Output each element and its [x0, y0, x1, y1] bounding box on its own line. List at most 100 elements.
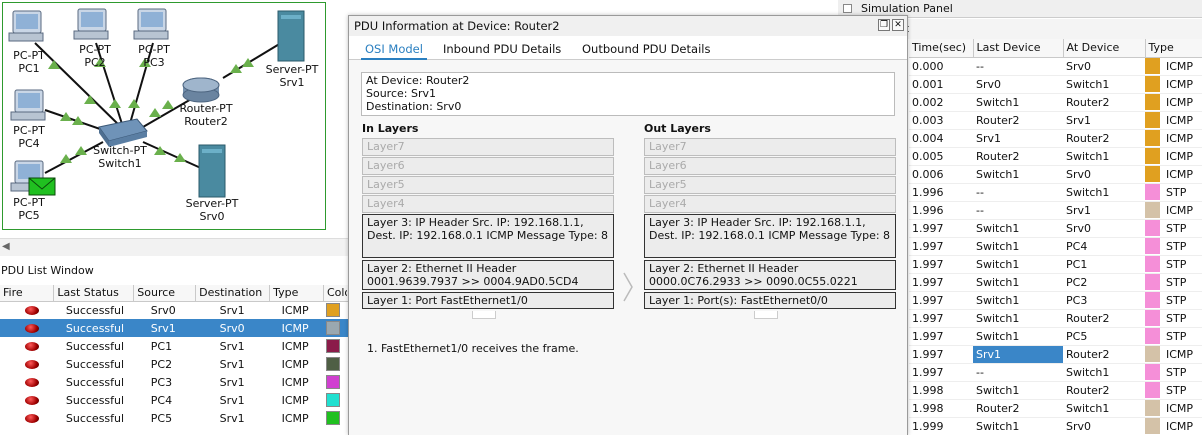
col-destination[interactable]: Destination	[195, 285, 271, 302]
fire-cell[interactable]	[0, 391, 54, 409]
event-color-swatch[interactable]	[1145, 292, 1160, 308]
out-layers-scroll-tab[interactable]	[754, 311, 778, 319]
event-color-swatch[interactable]	[1145, 400, 1160, 416]
event-color-swatch[interactable]	[1145, 346, 1160, 362]
event-row[interactable]: 1.997 Srv1 Router2 ICMP	[909, 345, 1202, 364]
tab-inbound-pdu-details[interactable]: Inbound PDU Details	[439, 40, 565, 60]
event-row[interactable]: 1.997 Switch1 PC4 STP	[909, 237, 1202, 256]
event-color-swatch[interactable]	[1145, 58, 1160, 74]
event-row[interactable]: 1.997 Switch1 PC2 STP	[909, 273, 1202, 292]
out-layer1[interactable]: Layer 1: Port(s): FastEthernet0/0	[644, 292, 896, 309]
event-row[interactable]: 1.999 Switch1 Srv0 ICMP	[909, 417, 1202, 435]
color-cell[interactable]	[323, 391, 349, 409]
pdu-list-row[interactable]: Successful PC3 Srv1 ICMP	[0, 373, 350, 391]
event-color-swatch[interactable]	[1145, 382, 1160, 398]
color-cell[interactable]	[323, 301, 349, 319]
fire-button-icon[interactable]	[25, 306, 39, 316]
close-icon[interactable]: ✕	[892, 19, 904, 31]
in-layer7[interactable]: Layer7	[362, 138, 614, 156]
event-color-swatch[interactable]	[1145, 76, 1160, 92]
topology-canvas[interactable]	[3, 3, 326, 230]
pdu-list-row[interactable]: Successful PC1 Srv1 ICMP	[0, 337, 350, 355]
restore-icon[interactable]: ❐	[878, 19, 890, 31]
pdu-list-row[interactable]: Successful Srv1 Srv0 ICMP	[0, 319, 350, 337]
color-cell[interactable]	[323, 337, 349, 355]
event-row[interactable]: 1.997 Switch1 Router2 STP	[909, 309, 1202, 328]
out-layer5[interactable]: Layer5	[644, 176, 896, 194]
event-row[interactable]: 1.997 Switch1 PC3 STP	[909, 291, 1202, 310]
tab-osi-model[interactable]: OSI Model	[361, 40, 427, 60]
event-row[interactable]: 0.001 Srv0 Switch1 ICMP	[909, 75, 1202, 94]
fire-button-icon[interactable]	[25, 342, 39, 351]
topology-horizontal-scrollbar[interactable]: ◀	[0, 238, 350, 256]
out-layer2[interactable]: Layer 2: Ethernet II Header 0000.0C76.29…	[644, 260, 896, 290]
tab-outbound-pdu-details[interactable]: Outbound PDU Details	[578, 40, 714, 60]
event-row[interactable]: 0.003 Router2 Srv1 ICMP	[909, 111, 1202, 130]
color-cell[interactable]	[323, 373, 349, 391]
fire-button-icon[interactable]	[25, 324, 39, 333]
out-layer7[interactable]: Layer7	[644, 138, 896, 156]
event-color-swatch[interactable]	[1145, 328, 1160, 344]
event-row[interactable]: 0.002 Switch1 Router2 ICMP	[909, 93, 1202, 112]
in-layers-scroll-tab[interactable]	[472, 311, 496, 319]
event-row[interactable]: 0.004 Srv1 Router2 ICMP	[909, 129, 1202, 148]
topology-workspace[interactable]: PC-PT PC1 PC-PT PC2 PC-PT PC3 PC-PT PC4 PC-P…	[2, 2, 326, 230]
event-color-swatch[interactable]	[1145, 184, 1160, 200]
event-color-swatch[interactable]	[1145, 238, 1160, 254]
event-color-swatch[interactable]	[1145, 112, 1160, 128]
in-layer4[interactable]: Layer4	[362, 195, 614, 213]
event-color-swatch[interactable]	[1145, 166, 1160, 182]
color-cell[interactable]	[323, 319, 350, 337]
out-layer6[interactable]: Layer6	[644, 157, 896, 175]
dialog-titlebar[interactable]: PDU Information at Device: Router2 ❐ ✕	[349, 16, 907, 36]
event-color-swatch[interactable]	[1145, 202, 1160, 218]
pdu-list-row[interactable]: Successful PC5 Srv1 ICMP	[0, 409, 350, 427]
col-last-device[interactable]: Last Device	[973, 39, 1064, 58]
fire-button-icon[interactable]	[25, 396, 39, 405]
panel-checkbox[interactable]	[843, 4, 852, 13]
pdu-list-row[interactable]: Successful PC2 Srv1 ICMP	[0, 355, 350, 373]
event-color-swatch[interactable]	[1145, 310, 1160, 326]
event-row[interactable]: 1.997 Switch1 PC5 STP	[909, 327, 1202, 346]
fire-button-icon[interactable]	[25, 378, 39, 387]
in-layer3[interactable]: Layer 3: IP Header Src. IP: 192.168.1.1,…	[362, 214, 614, 258]
event-color-swatch[interactable]	[1145, 148, 1160, 164]
col-time[interactable]: Time(sec)	[909, 39, 974, 58]
pdu-list-row[interactable]: Successful Srv0 Srv1 ICMP	[0, 301, 350, 319]
color-cell[interactable]	[323, 355, 349, 373]
fire-cell[interactable]	[0, 301, 54, 319]
event-row[interactable]: 1.996 -- Switch1 STP	[909, 183, 1202, 202]
fire-cell[interactable]	[0, 373, 54, 391]
col-color[interactable]: Color	[323, 285, 351, 302]
event-row[interactable]: 1.997 Switch1 Srv0 STP	[909, 219, 1202, 238]
event-color-swatch[interactable]	[1145, 364, 1160, 380]
in-layer5[interactable]: Layer5	[362, 176, 614, 194]
event-row[interactable]: 1.997 -- Switch1 STP	[909, 363, 1202, 382]
col-last-status[interactable]: Last Status	[53, 285, 135, 302]
in-layer2[interactable]: Layer 2: Ethernet II Header 0001.9639.79…	[362, 260, 614, 290]
event-row[interactable]: 1.997 Switch1 PC1 STP	[909, 255, 1202, 274]
color-cell[interactable]	[323, 409, 349, 427]
col-type[interactable]: Type	[269, 285, 324, 302]
col-source[interactable]: Source	[133, 285, 197, 302]
fire-cell[interactable]	[0, 319, 54, 337]
event-color-swatch[interactable]	[1145, 418, 1160, 434]
in-layer6[interactable]: Layer6	[362, 157, 614, 175]
pdu-list-row[interactable]: Successful PC4 Srv1 ICMP	[0, 391, 350, 409]
event-color-swatch[interactable]	[1145, 256, 1160, 272]
event-row[interactable]: 0.006 Switch1 Srv0 ICMP	[909, 165, 1202, 184]
col-fire[interactable]: Fire	[0, 285, 55, 302]
fire-cell[interactable]	[0, 409, 54, 427]
event-row[interactable]: 1.998 Router2 Switch1 ICMP	[909, 399, 1202, 418]
event-color-swatch[interactable]	[1145, 220, 1160, 236]
col-at-device[interactable]: At Device	[1063, 39, 1146, 58]
fire-cell[interactable]	[0, 355, 54, 373]
fire-cell[interactable]	[0, 337, 54, 355]
event-row[interactable]: 1.996 -- Srv1 ICMP	[909, 201, 1202, 220]
event-color-swatch[interactable]	[1145, 274, 1160, 290]
out-layer4[interactable]: Layer4	[644, 195, 896, 213]
event-color-swatch[interactable]	[1145, 130, 1160, 146]
in-layer1[interactable]: Layer 1: Port FastEthernet1/0	[362, 292, 614, 309]
event-color-swatch[interactable]	[1145, 94, 1160, 110]
event-row[interactable]: 0.005 Router2 Switch1 ICMP	[909, 147, 1202, 166]
